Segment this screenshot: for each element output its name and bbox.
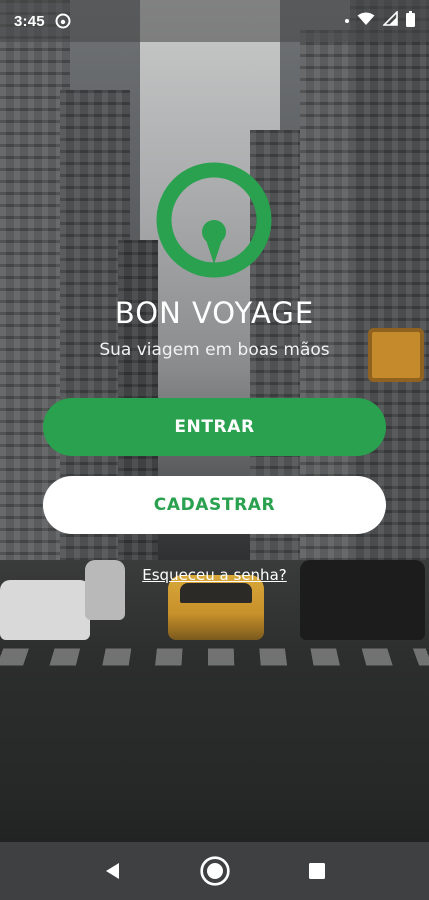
status-time: 3:45: [14, 12, 45, 30]
signal-icon: [382, 10, 398, 31]
forgot-password-link[interactable]: Esqueceu a senha?: [0, 566, 429, 584]
location-pin-ring-icon: [154, 162, 274, 282]
back-icon[interactable]: [97, 855, 129, 887]
wifi-icon: [357, 12, 375, 31]
home-icon[interactable]: [199, 855, 231, 887]
brand-name: BON VOYAGE: [114, 296, 315, 330]
circle-logo-icon: [55, 13, 71, 29]
system-nav-bar: [0, 842, 429, 900]
login-screen: 3:45 BON VOYAGE Sua viagem em boas mãos …: [0, 0, 429, 900]
signup-button[interactable]: CADASTRAR: [43, 476, 386, 534]
status-bar: 3:45: [0, 0, 429, 42]
notification-dot-icon: [345, 19, 349, 23]
status-icons: [345, 10, 415, 32]
login-button[interactable]: ENTRAR: [43, 398, 386, 456]
recents-icon[interactable]: [301, 855, 333, 887]
brand-tagline: Sua viagem em boas mãos: [99, 340, 330, 360]
battery-icon: [406, 10, 415, 32]
